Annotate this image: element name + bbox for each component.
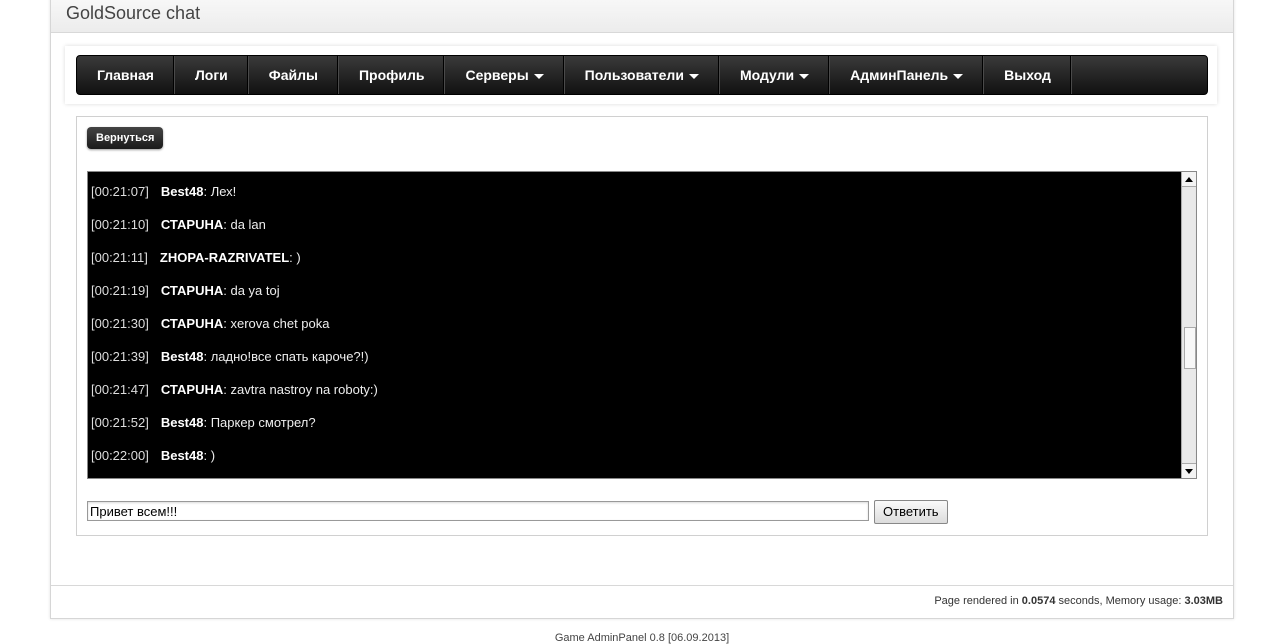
message-time: [00:21:47] (91, 382, 149, 397)
page-frame: GoldSource chat Главная Логи Файлы Профиль С… (50, 0, 1234, 619)
message-user: СТАРUНА (160, 283, 224, 298)
chat-message: [00:21:52] Best48: Паркер смотрел? (91, 415, 316, 430)
reply-button[interactable]: Ответить (874, 500, 948, 524)
footer-credit: Game AdminPanel 0.8 [06.09.2013] (554, 632, 730, 644)
message-time: [00:21:19] (91, 283, 149, 298)
chat-log[interactable]: [00:21:07] Best48: Лех! [00:21:10] СТАРUНА:… (87, 171, 1197, 479)
message-text: : Лех! (203, 184, 237, 199)
message-user: Best48 (160, 415, 204, 430)
chat-message: [00:21:30] СТАРUНА: xerova chet poka (91, 316, 329, 331)
main-nav: Главная Логи Файлы Профиль Серверы Пользовате… (76, 55, 1208, 95)
nav-item-label: Логи (194, 67, 228, 83)
footer-divider (51, 585, 1233, 586)
render-prefix: Page rendered in (934, 595, 1022, 607)
scroll-down-arrow-icon[interactable] (1182, 463, 1196, 478)
chat-panel: Вернуться [00:21:07] Best48: Лех! [00:21:1… (76, 116, 1208, 536)
message-text: : ) (289, 250, 301, 265)
message-text: : da lan (223, 217, 266, 232)
site-title: GoldSource chat (66, 3, 201, 23)
header-bar: GoldSource chat (51, 0, 1233, 33)
nav-wrapper: Главная Логи Файлы Профиль Серверы Пользовате… (65, 46, 1217, 104)
message-time: [00:21:11] (91, 250, 148, 265)
nav-item-label: Выход (1004, 67, 1051, 83)
caret-down-icon (533, 73, 544, 79)
chat-message: [00:21:47] СТАРUНА: zavtra nastroy na rob… (91, 382, 378, 397)
chat-message: [00:21:10] СТАРUНА: da lan (91, 217, 266, 232)
chat-message: [00:21:11] ZHOPA-RAZRIVATEL: ) (91, 250, 301, 265)
caret-down-icon (688, 73, 699, 79)
render-stats: Page rendered in 0.0574 seconds, Memory … (934, 595, 1223, 607)
scroll-up-arrow-icon[interactable] (1182, 172, 1196, 187)
scroll-thumb[interactable] (1184, 327, 1196, 369)
chat-message: [00:21:07] Best48: Лех! (91, 184, 236, 199)
message-user: СТАРUНА (160, 217, 224, 232)
back-button[interactable]: Вернуться (87, 127, 164, 149)
nav-item[interactable]: Серверы (445, 56, 565, 94)
caret-down-icon (953, 73, 964, 79)
chat-message-list: [00:21:07] Best48: Лех! [00:21:10] СТАРUНА:… (88, 172, 1182, 478)
caret-down-icon (799, 73, 810, 79)
nav-item-label: АдминПанель (850, 67, 949, 83)
nav-item[interactable]: Файлы (249, 56, 339, 94)
nav-item-label: Файлы (268, 67, 318, 83)
nav-item-label: Пользователи (584, 67, 684, 83)
render-mid: seconds, Memory usage: (1055, 595, 1185, 607)
message-user: Best48 (160, 184, 204, 199)
nav-item[interactable]: Модули (720, 56, 831, 94)
nav-item[interactable]: Профиль (339, 56, 446, 94)
nav-item-label: Модули (739, 67, 795, 83)
message-time: [00:21:52] (91, 415, 149, 430)
message-time: [00:21:30] (91, 316, 149, 331)
message-user: Best48 (160, 349, 204, 364)
memory-usage: 3.03MB (1184, 595, 1223, 607)
nav-item[interactable]: АдминПанель (830, 56, 985, 94)
message-input[interactable] (87, 501, 869, 521)
message-user: Best48 (160, 448, 204, 463)
message-text: : ) (203, 448, 216, 463)
nav-item-label: Профиль (358, 67, 425, 83)
nav-item-label: Серверы (465, 67, 529, 83)
nav-item[interactable]: Выход (984, 56, 1072, 94)
message-user: ZHOPA-RAZRIVATEL (159, 250, 290, 265)
nav-item[interactable]: Логи (175, 56, 249, 94)
render-time: 0.0574 (1021, 595, 1056, 607)
scroll-track[interactable] (1183, 187, 1196, 463)
message-text: : zavtra nastroy na roboty:) (223, 382, 378, 397)
chat-message: [00:21:19] СТАРUНА: da ya toj (91, 283, 280, 298)
message-text: : da ya toj (223, 283, 280, 298)
message-text: : Паркер смотрел? (203, 415, 316, 430)
message-time: [00:21:39] (91, 349, 149, 364)
message-user: СТАРUНА (160, 316, 224, 331)
message-time: [00:21:10] (91, 217, 149, 232)
chat-message: [00:22:00] Best48: ) (91, 448, 215, 463)
message-user: СТАРUНА (160, 382, 224, 397)
nav-item-label: Главная (97, 67, 154, 83)
message-text: : ладно!все спать кароче?!) (203, 349, 369, 364)
chat-scrollbar[interactable] (1181, 172, 1196, 478)
nav-item[interactable]: Пользователи (565, 56, 720, 94)
message-time: [00:21:07] (91, 184, 149, 199)
message-text: : xerova chet poka (223, 316, 330, 331)
nav-item[interactable]: Главная (77, 56, 175, 94)
chat-message: [00:21:39] Best48: ладно!все спать кароче… (91, 349, 369, 364)
message-time: [00:22:00] (91, 448, 149, 463)
